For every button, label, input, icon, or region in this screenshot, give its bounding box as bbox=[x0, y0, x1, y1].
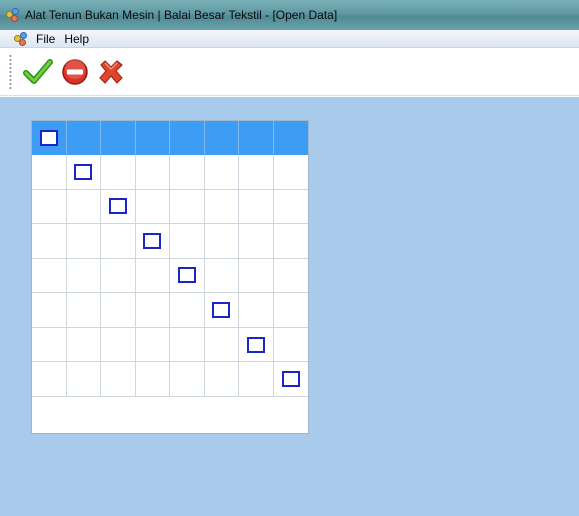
grid-cell[interactable] bbox=[170, 155, 205, 190]
grid-cell[interactable] bbox=[239, 327, 274, 363]
grid-cell[interactable] bbox=[204, 155, 239, 190]
grid-cell[interactable] bbox=[101, 155, 136, 190]
grid-cell[interactable] bbox=[273, 327, 308, 363]
weave-grid-panel bbox=[31, 120, 309, 434]
grid-header-cell[interactable] bbox=[204, 121, 239, 155]
grid-header-cell[interactable] bbox=[101, 121, 136, 155]
grid-cell[interactable] bbox=[135, 224, 170, 259]
grid-header-cell[interactable] bbox=[32, 121, 67, 155]
grid-cell[interactable] bbox=[66, 258, 101, 294]
cell-checkbox[interactable] bbox=[108, 198, 127, 215]
grid-cell[interactable] bbox=[204, 362, 239, 397]
cell-checkbox[interactable] bbox=[143, 232, 162, 249]
delete-button[interactable] bbox=[96, 57, 126, 87]
grid-cell[interactable] bbox=[101, 224, 136, 259]
grid-cell[interactable] bbox=[66, 155, 101, 190]
grid-cell[interactable] bbox=[66, 327, 101, 363]
grid-cell[interactable] bbox=[239, 155, 274, 190]
grid-cell[interactable] bbox=[66, 224, 101, 259]
grid-cell[interactable] bbox=[170, 224, 205, 259]
cell-checkbox[interactable] bbox=[39, 129, 58, 146]
grid-cell[interactable] bbox=[32, 293, 67, 328]
cell-checkbox[interactable] bbox=[212, 302, 231, 319]
window-title: Alat Tenun Bukan Mesin | Balai Besar Tek… bbox=[25, 8, 338, 22]
grid-cell[interactable] bbox=[170, 293, 205, 328]
grid-cell[interactable] bbox=[135, 327, 170, 363]
grid-cell[interactable] bbox=[135, 155, 170, 190]
grid-cell[interactable] bbox=[32, 362, 67, 397]
grid-cell[interactable] bbox=[273, 224, 308, 259]
grid-header-cell[interactable] bbox=[239, 121, 274, 155]
grid-cell[interactable] bbox=[170, 258, 205, 294]
toolbar bbox=[0, 48, 579, 96]
cell-checkbox[interactable] bbox=[246, 336, 265, 353]
grid-cell[interactable] bbox=[101, 258, 136, 294]
grid-header-cell[interactable] bbox=[170, 121, 205, 155]
grid-cell[interactable] bbox=[66, 362, 101, 397]
grid-cell[interactable] bbox=[170, 362, 205, 397]
grid-cell[interactable] bbox=[170, 327, 205, 363]
grid-header-cell[interactable] bbox=[135, 121, 170, 155]
cell-checkbox[interactable] bbox=[74, 163, 93, 180]
grid-cell[interactable] bbox=[239, 258, 274, 294]
grid-cell[interactable] bbox=[273, 293, 308, 328]
grid-cell[interactable] bbox=[135, 293, 170, 328]
grid-cell[interactable] bbox=[66, 189, 101, 225]
app-molecule-icon[interactable] bbox=[14, 31, 28, 46]
confirm-button[interactable] bbox=[23, 57, 53, 87]
grid-cell[interactable] bbox=[204, 224, 239, 259]
stop-button[interactable] bbox=[60, 57, 90, 87]
menu-file[interactable]: File bbox=[36, 32, 55, 46]
no-entry-icon bbox=[62, 59, 88, 85]
grid-header-cell[interactable] bbox=[273, 121, 308, 155]
weave-grid bbox=[32, 121, 308, 397]
grid-cell[interactable] bbox=[66, 293, 101, 328]
grid-cell[interactable] bbox=[239, 293, 274, 328]
grid-cell[interactable] bbox=[204, 327, 239, 363]
grid-cell[interactable] bbox=[32, 224, 67, 259]
grid-cell[interactable] bbox=[204, 293, 239, 328]
toolbar-grip[interactable] bbox=[9, 54, 12, 90]
grid-cell[interactable] bbox=[135, 258, 170, 294]
grid-cell[interactable] bbox=[135, 189, 170, 225]
grid-cell[interactable] bbox=[204, 189, 239, 225]
grid-cell[interactable] bbox=[273, 155, 308, 190]
app-molecule-icon[interactable] bbox=[6, 8, 20, 22]
cell-checkbox[interactable] bbox=[281, 371, 300, 388]
grid-cell[interactable] bbox=[32, 327, 67, 363]
grid-cell[interactable] bbox=[32, 155, 67, 190]
grid-cell[interactable] bbox=[239, 224, 274, 259]
grid-cell[interactable] bbox=[101, 327, 136, 363]
red-x-icon bbox=[99, 60, 123, 84]
grid-cell[interactable] bbox=[101, 189, 136, 225]
grid-cell[interactable] bbox=[32, 189, 67, 225]
grid-cell[interactable] bbox=[135, 362, 170, 397]
grid-cell[interactable] bbox=[32, 258, 67, 294]
grid-cell[interactable] bbox=[101, 293, 136, 328]
menu-help[interactable]: Help bbox=[64, 32, 89, 46]
grid-cell[interactable] bbox=[273, 258, 308, 294]
grid-cell[interactable] bbox=[239, 362, 274, 397]
checkmark-icon bbox=[23, 59, 53, 84]
grid-header-cell[interactable] bbox=[66, 121, 101, 155]
grid-cell[interactable] bbox=[273, 189, 308, 225]
grid-cell[interactable] bbox=[239, 189, 274, 225]
menu-bar: File Help bbox=[0, 30, 579, 48]
grid-cell[interactable] bbox=[101, 362, 136, 397]
cell-checkbox[interactable] bbox=[177, 267, 196, 284]
grid-cell[interactable] bbox=[204, 258, 239, 294]
title-bar: Alat Tenun Bukan Mesin | Balai Besar Tek… bbox=[0, 0, 579, 30]
grid-cell[interactable] bbox=[170, 189, 205, 225]
grid-cell[interactable] bbox=[273, 362, 308, 397]
